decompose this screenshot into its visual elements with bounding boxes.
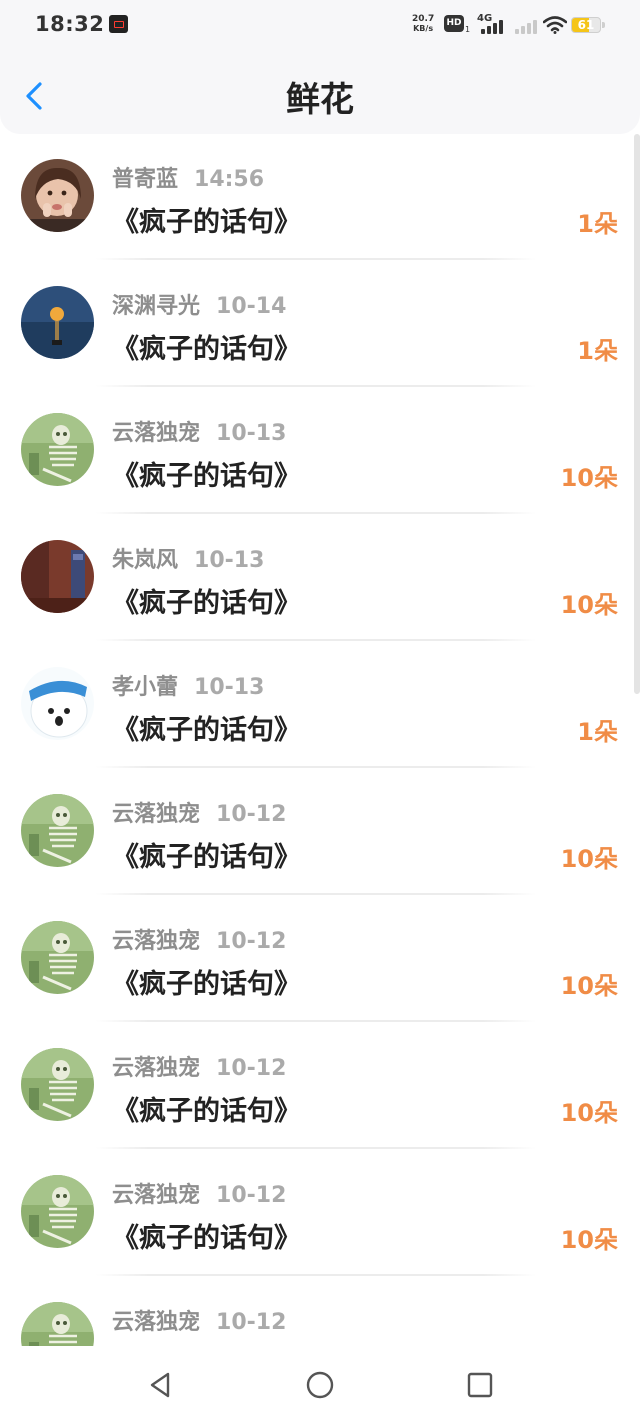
avatar[interactable] xyxy=(21,794,94,867)
list-item[interactable]: 云落独宠10-12《疯子的话句》 xyxy=(0,1277,640,1346)
divider xyxy=(96,512,536,514)
divider xyxy=(96,385,536,387)
signal-strength-icon-2 xyxy=(515,18,543,34)
work-title[interactable]: 《疯子的话句》 xyxy=(112,581,301,620)
item-username[interactable]: 深渊寻光 10-14 xyxy=(112,288,286,320)
network-speed-unit: KB/s xyxy=(413,24,434,33)
flower-count: 1朵 xyxy=(577,210,618,238)
divider xyxy=(96,1274,536,1276)
item-time: 10-13 xyxy=(194,675,265,700)
item-time: 14:56 xyxy=(194,167,265,192)
flower-count: 10朵 xyxy=(560,1226,618,1254)
work-title[interactable]: 《疯子的话句》 xyxy=(112,962,301,1001)
sim-index: 1 xyxy=(465,25,471,34)
page-title: 鲜花 xyxy=(286,80,354,120)
flower-count: 10朵 xyxy=(560,1099,618,1127)
item-username[interactable]: 云落独宠 10-12 xyxy=(112,923,286,955)
avatar[interactable] xyxy=(21,286,94,359)
divider xyxy=(96,1020,536,1022)
divider xyxy=(96,639,536,641)
username-text[interactable]: 云落独宠 xyxy=(112,1056,200,1081)
username-text[interactable]: 云落独宠 xyxy=(112,802,200,827)
system-nav-bar xyxy=(0,1346,640,1422)
work-title[interactable]: 《疯子的话句》 xyxy=(112,835,301,874)
list-item[interactable]: 深渊寻光 10-14 《疯子的话句》 1朵 xyxy=(0,261,640,388)
list-item[interactable]: 普寄蓝 14:56 《疯子的话句》 1朵 xyxy=(0,134,640,261)
battery-level: 61 xyxy=(577,18,595,32)
triangle-back-icon[interactable] xyxy=(144,1368,178,1402)
item-username[interactable]: 朱岚风 10-13 xyxy=(112,542,264,574)
username-text[interactable]: 云落独宠 xyxy=(112,1183,200,1208)
item-time: 10-12 xyxy=(216,1056,287,1081)
scrollbar[interactable] xyxy=(634,134,640,694)
list-item[interactable]: 云落独宠 10-12 《疯子的话句》 10朵 xyxy=(0,1023,640,1150)
username-text[interactable]: 深渊寻光 xyxy=(112,294,200,319)
username-text[interactable]: 朱岚风 xyxy=(112,548,178,573)
screen-record-icon xyxy=(109,15,128,33)
work-title[interactable]: 《疯子的话句》 xyxy=(112,327,301,366)
battery-icon: 61 xyxy=(571,17,601,33)
username-text[interactable]: 云落独宠 xyxy=(112,421,200,446)
flower-count: 10朵 xyxy=(560,845,618,873)
header: 鲜花 xyxy=(0,52,640,134)
status-bar: 18:32 20.7 KB/s HD 1 4G 61 xyxy=(0,0,640,52)
username-text[interactable]: 普寄蓝 xyxy=(112,167,178,192)
hd-badge: HD xyxy=(444,15,464,32)
item-time: 10-14 xyxy=(216,294,287,319)
work-title[interactable]: 《疯子的话句》 xyxy=(112,708,301,747)
work-title[interactable]: 《疯子的话句》 xyxy=(112,454,301,493)
flower-count: 1朵 xyxy=(577,718,618,746)
avatar[interactable] xyxy=(21,1302,94,1346)
work-title[interactable]: 《疯子的话句》 xyxy=(112,1216,301,1255)
item-time: 10-12 xyxy=(216,1183,287,1208)
square-recents-icon[interactable] xyxy=(463,1368,497,1402)
flower-count: 10朵 xyxy=(560,972,618,1000)
item-username[interactable]: 云落独宠 10-12 xyxy=(112,796,286,828)
item-username[interactable]: 云落独宠 10-12 xyxy=(112,1177,286,1209)
work-title[interactable]: 《疯子的话句》 xyxy=(112,200,301,239)
avatar[interactable] xyxy=(21,413,94,486)
username-text[interactable]: 云落独宠 xyxy=(112,1310,200,1335)
divider xyxy=(96,258,536,260)
divider xyxy=(96,766,536,768)
item-time: 10-12 xyxy=(216,802,287,827)
network-speed-value: 20.7 xyxy=(412,14,435,24)
item-username[interactable]: 云落独宠 10-12 xyxy=(112,1050,286,1082)
list-item[interactable]: 云落独宠 10-12 《疯子的话句》 10朵 xyxy=(0,769,640,896)
work-title[interactable]: 《疯子的话句》 xyxy=(112,1089,301,1128)
divider xyxy=(96,893,536,895)
flower-list[interactable]: 普寄蓝 14:56 《疯子的话句》 1朵 深渊寻光 10-14 《疯子的话句》 1朵 云落独宠 1… xyxy=(0,134,640,1346)
list-item[interactable]: 云落独宠 10-13 《疯子的话句》 10朵 xyxy=(0,388,640,515)
item-username[interactable]: 云落独宠 10-12 xyxy=(112,1304,286,1336)
list-item[interactable]: 孝小蕾 10-13 《疯子的话句》 1朵 xyxy=(0,642,640,769)
avatar[interactable] xyxy=(21,540,94,613)
status-time: 18:32 xyxy=(35,12,105,36)
battery-cap xyxy=(602,22,605,28)
list-item[interactable]: 云落独宠 10-12 《疯子的话句》 10朵 xyxy=(0,1150,640,1277)
network-speed: 20.7 KB/s xyxy=(412,14,435,34)
flower-count: 1朵 xyxy=(577,337,618,365)
username-text[interactable]: 云落独宠 xyxy=(112,929,200,954)
list-item[interactable]: 朱岚风 10-13 《疯子的话句》 10朵 xyxy=(0,515,640,642)
item-time: 10-12 xyxy=(216,929,287,954)
username-text[interactable]: 孝小蕾 xyxy=(112,675,178,700)
avatar[interactable] xyxy=(21,1175,94,1248)
avatar[interactable] xyxy=(21,921,94,994)
item-time: 10-13 xyxy=(216,421,287,446)
avatar[interactable] xyxy=(21,159,94,232)
divider xyxy=(96,1147,536,1149)
item-time: 10-12 xyxy=(216,1310,287,1335)
item-username[interactable]: 普寄蓝 14:56 xyxy=(112,161,264,193)
item-username[interactable]: 孝小蕾 10-13 xyxy=(112,669,264,701)
wifi-icon xyxy=(543,16,567,34)
flower-count: 10朵 xyxy=(560,464,618,492)
circle-home-icon[interactable] xyxy=(303,1368,337,1402)
item-username[interactable]: 云落独宠 10-13 xyxy=(112,415,286,447)
signal-strength-icon xyxy=(481,18,509,34)
avatar[interactable] xyxy=(21,667,94,740)
item-time: 10-13 xyxy=(194,548,265,573)
flower-count: 10朵 xyxy=(560,591,618,619)
avatar[interactable] xyxy=(21,1048,94,1121)
list-item[interactable]: 云落独宠 10-12 《疯子的话句》 10朵 xyxy=(0,896,640,1023)
